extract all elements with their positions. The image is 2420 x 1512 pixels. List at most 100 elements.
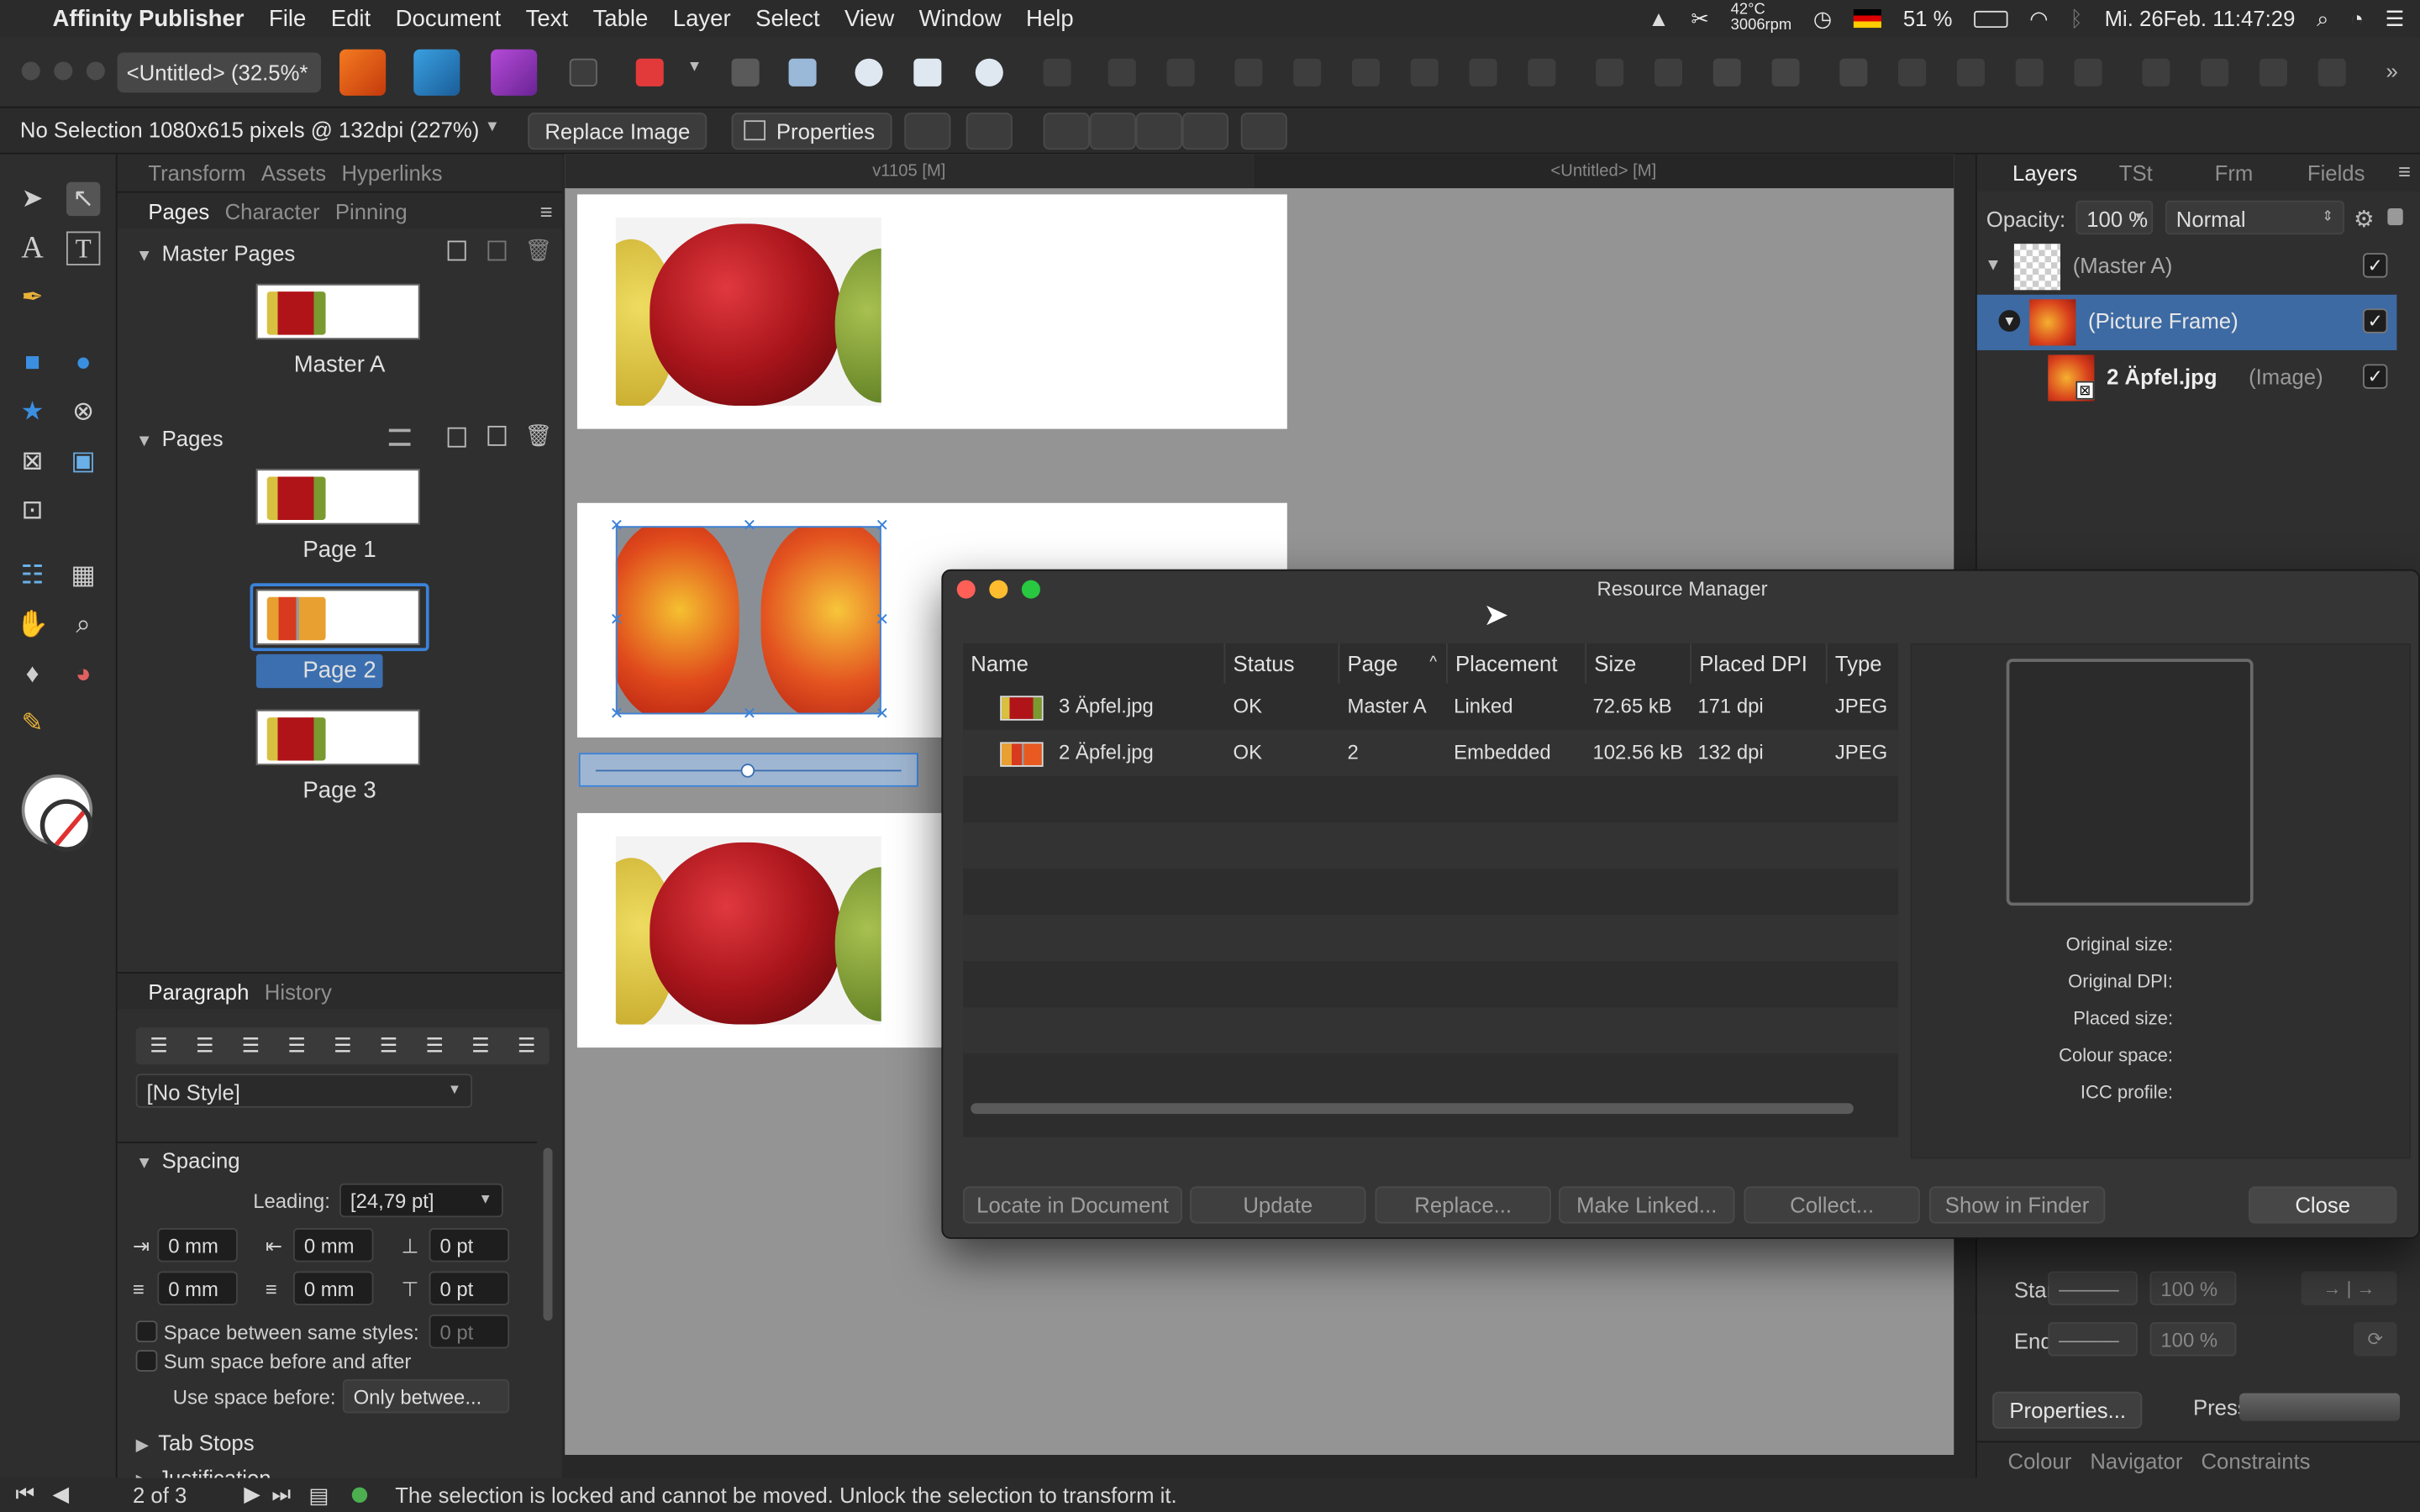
same-styles-field[interactable]: 0 pt	[429, 1314, 510, 1349]
align-right-icon[interactable]	[1166, 58, 1195, 87]
page-2-thumbnail[interactable]	[255, 589, 420, 645]
menu-edit[interactable]: Edit	[331, 5, 371, 31]
show-guides-button[interactable]	[1135, 113, 1182, 150]
app-menu[interactable]: Affinity Publisher	[52, 5, 244, 31]
flip-vertical-icon[interactable]	[1654, 58, 1683, 87]
layer-visibility-checkbox[interactable]: ✓	[2362, 253, 2388, 278]
group-icon[interactable]	[2142, 58, 2170, 87]
lock-icon[interactable]	[2387, 207, 2403, 226]
space-evenly-icon[interactable]	[1528, 58, 1556, 87]
tab-constraints[interactable]: Constraints	[2201, 1448, 2310, 1473]
master-pages-header[interactable]: ▼ Master Pages	[136, 241, 296, 265]
handle-b[interactable]: ✕	[742, 706, 756, 722]
tab-navigator[interactable]: Navigator	[2090, 1448, 2182, 1473]
page-1-image[interactable]	[615, 217, 881, 407]
page-2-label[interactable]: Page 2	[247, 657, 432, 683]
distribute-vertical-icon[interactable]	[1469, 58, 1497, 87]
slider-thumb[interactable]	[740, 764, 755, 778]
same-styles-checkbox[interactable]	[135, 1320, 158, 1342]
wifi-icon[interactable]: ◠	[2029, 5, 2048, 31]
align-bottom-icon[interactable]	[1351, 58, 1381, 87]
horizontal-scrollbar[interactable]	[971, 1103, 1854, 1115]
page-3-label[interactable]: Page 3	[247, 778, 432, 804]
add-master-icon[interactable]	[487, 240, 507, 261]
spacing-header[interactable]: ▼ Spacing	[136, 1148, 240, 1173]
tab-text-styles[interactable]: TSt	[2119, 160, 2153, 185]
align-away-spine-icon[interactable]: ☰	[503, 1027, 550, 1064]
indent-first-field[interactable]: 0 mm	[292, 1228, 374, 1263]
battery-percent[interactable]: 51 %	[1903, 6, 1953, 30]
table-tool-icon[interactable]: ▦	[66, 559, 100, 592]
lock-icon[interactable]	[2259, 58, 2287, 87]
image-scale-slider[interactable]	[578, 753, 918, 787]
close-button[interactable]: Close	[2249, 1186, 2397, 1224]
snapping-magnet-icon[interactable]	[635, 58, 664, 87]
layer-master-a[interactable]: ▼ (Master A) ✓	[1977, 239, 2397, 295]
menu-window[interactable]: Window	[919, 5, 1002, 31]
page-1[interactable]	[576, 194, 1287, 429]
spotlight-search-icon[interactable]: ⌕	[2317, 5, 2328, 31]
place-image-icon[interactable]: ▣	[66, 444, 100, 478]
master-options-icon[interactable]	[447, 240, 466, 261]
align-left-icon[interactable]	[1043, 58, 1071, 87]
align-middle-icon[interactable]	[1293, 58, 1322, 87]
col-size[interactable]: Size	[1586, 643, 1692, 684]
bluetooth-icon[interactable]: ᛒ	[2070, 6, 2082, 30]
justify-center-icon[interactable]: ☰	[319, 1027, 366, 1064]
cpu-monitor[interactable]: 42°C 3006rpm	[1731, 3, 1791, 34]
designer-persona-icon[interactable]	[339, 49, 387, 96]
align-top-icon[interactable]	[1234, 58, 1263, 87]
flip-horizontal-icon[interactable]	[1596, 58, 1624, 87]
publisher-persona-icon[interactable]	[491, 49, 538, 96]
handle-r[interactable]: ✕	[875, 612, 889, 628]
start-arrow-select[interactable]: ———	[2048, 1271, 2138, 1305]
ungroup-icon[interactable]	[2201, 58, 2229, 87]
tab-layers[interactable]: Layers	[2012, 160, 2077, 185]
properties-button[interactable]: Properties	[731, 113, 892, 150]
selection-dropdown-icon[interactable]: ▼	[485, 118, 500, 135]
star-tool-icon[interactable]: ★	[15, 395, 49, 428]
tab-pages[interactable]: Pages	[148, 198, 209, 223]
indent-left-field[interactable]: 0 mm	[157, 1228, 238, 1263]
stroke-swatch-icon[interactable]	[39, 799, 93, 852]
sum-space-checkbox[interactable]	[135, 1350, 158, 1372]
space-before-field[interactable]: 0 pt	[429, 1228, 510, 1263]
tab-history[interactable]: History	[265, 979, 332, 1003]
add-page-icon[interactable]	[447, 427, 466, 448]
battery-icon[interactable]	[1974, 9, 2008, 28]
menu-text[interactable]: Text	[526, 5, 569, 31]
move-back-icon[interactable]	[1771, 58, 1800, 87]
replace-image-button[interactable]: Replace Image	[528, 113, 708, 150]
show-bleed-button[interactable]	[1181, 113, 1229, 150]
page-1-label[interactable]: Page 1	[247, 537, 432, 563]
divide-boolean-icon[interactable]	[2074, 58, 2102, 87]
tab-colour[interactable]: Colour	[2008, 1448, 2072, 1473]
update-button[interactable]: Update	[1190, 1186, 1366, 1224]
selection-box[interactable]	[615, 526, 881, 715]
justify-all-icon[interactable]: ☰	[412, 1027, 458, 1064]
justify-left-icon[interactable]: ☰	[274, 1027, 320, 1064]
node-tool-icon[interactable]: ↖	[66, 181, 101, 217]
align-center-icon[interactable]	[1107, 58, 1136, 87]
shape-icon[interactable]	[855, 58, 883, 87]
german-flag-icon[interactable]	[1854, 9, 1882, 29]
start-scale-field[interactable]: 100 %	[2149, 1271, 2237, 1305]
fit-frame-button[interactable]	[904, 113, 951, 150]
delete-page-icon[interactable]: 🗑	[524, 423, 552, 449]
handle-bl[interactable]: ✕	[609, 706, 623, 722]
rotate-button[interactable]	[1240, 113, 1287, 150]
align-right-icon[interactable]: ☰	[228, 1027, 274, 1064]
fill-tool-icon[interactable]: ♦	[15, 657, 49, 690]
vlc-icon[interactable]: ▲	[1648, 6, 1669, 30]
col-type[interactable]: Type	[1828, 643, 1898, 684]
page-1-thumbnail[interactable]	[255, 469, 420, 525]
page-options-icon[interactable]: ▤	[308, 1483, 329, 1509]
table-row[interactable]: 2 Äpfel.jpg OK 2 Embedded 102.56 kB 132 …	[963, 730, 1898, 776]
end-scale-field[interactable]: 100 %	[2149, 1322, 2237, 1357]
crop-tool-icon[interactable]: ⊡	[15, 494, 49, 528]
layer-visibility-checkbox[interactable]: ✓	[2362, 308, 2388, 333]
control-center-icon[interactable]: ☰	[2386, 5, 2405, 31]
menu-help[interactable]: Help	[1026, 5, 1074, 31]
align-left-icon[interactable]: ☰	[136, 1027, 182, 1064]
justify-right-icon[interactable]: ☰	[366, 1027, 412, 1064]
